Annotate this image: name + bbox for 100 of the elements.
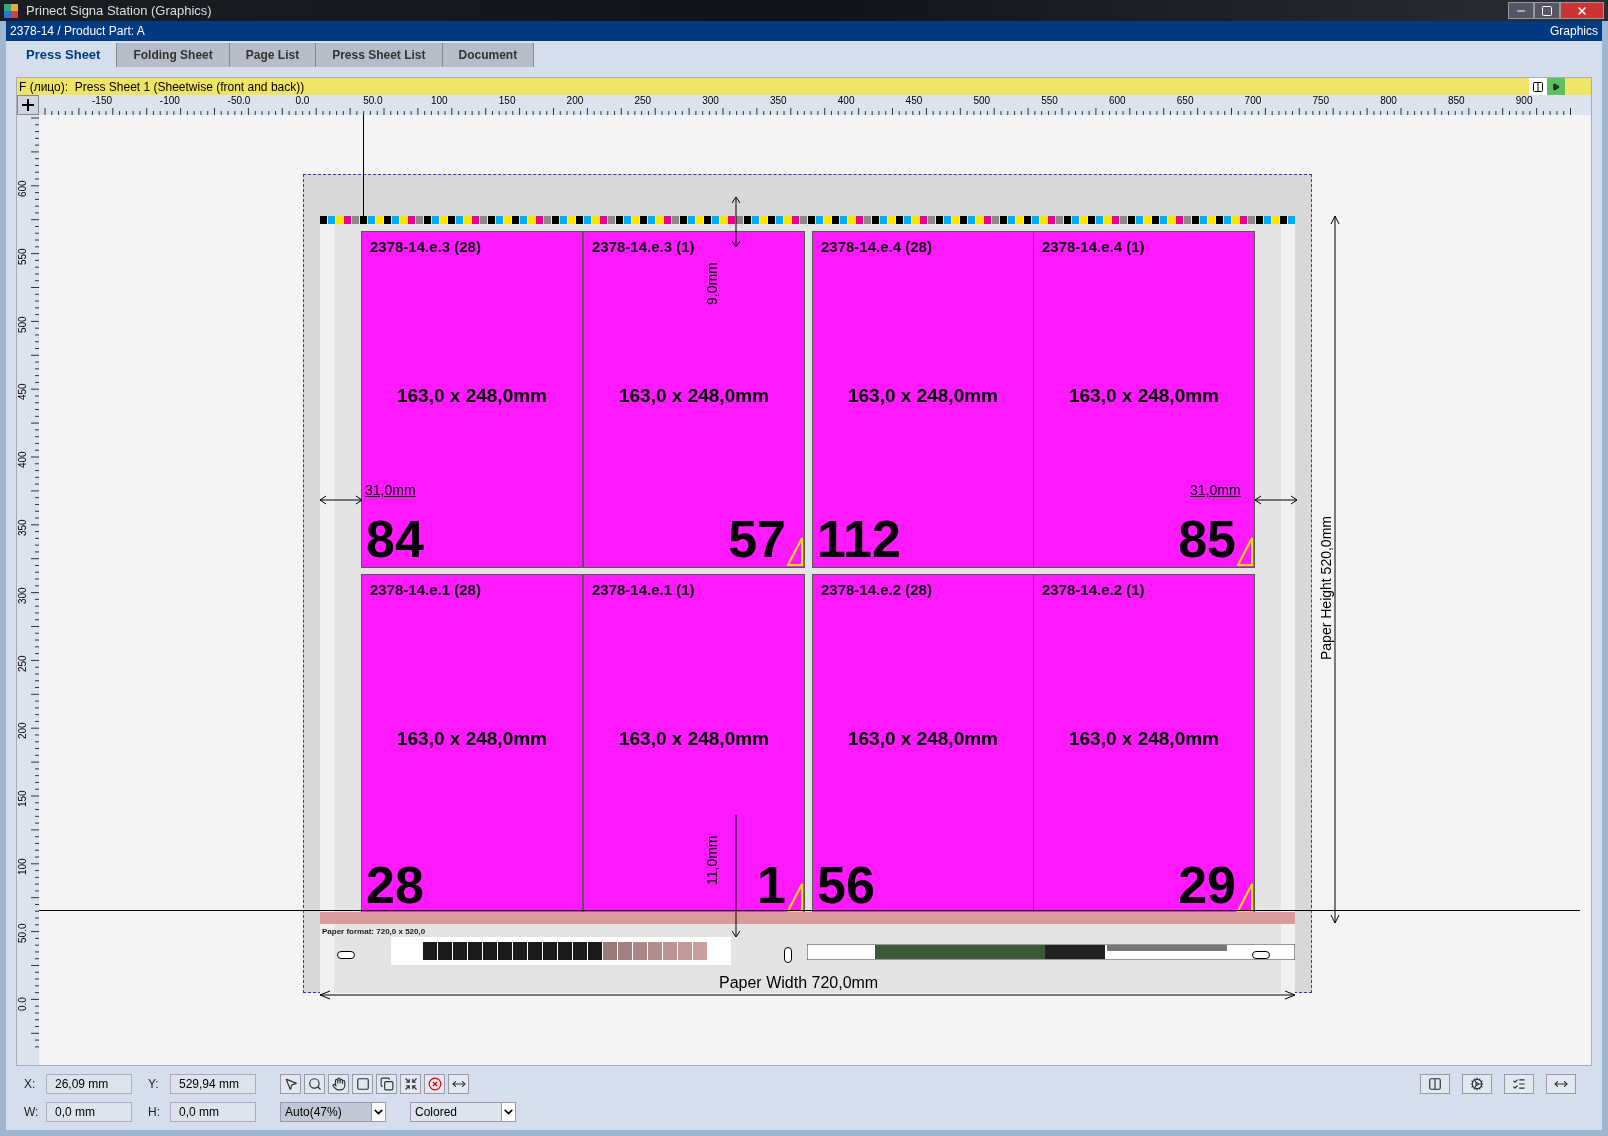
pointer-icon (283, 1077, 298, 1091)
app-icon (4, 3, 18, 18)
view-button[interactable] (1420, 1074, 1450, 1094)
dropdown[interactable]: Auto(47%) (280, 1102, 386, 1122)
page-size: 163,0 x 248,0mm (618, 384, 770, 408)
page-size: 163,0 x 248,0mm (1068, 384, 1220, 408)
crosshair-button[interactable] (17, 95, 39, 115)
ruler-label: 100 (431, 95, 448, 106)
fold-mark-icon (787, 882, 803, 912)
maximize-icon (1541, 4, 1553, 17)
tool-button[interactable] (400, 1074, 421, 1094)
next-sheet-button[interactable] (1547, 78, 1565, 95)
tool-button[interactable] (280, 1074, 301, 1094)
coordinate-field[interactable]: 0,0 mm (46, 1102, 132, 1122)
folio-number: 28 (366, 857, 424, 913)
dimension-label: Paper Height 520,0mm (1317, 516, 1335, 660)
page-size: 163,0 x 248,0mm (847, 384, 999, 408)
field-label: W: (24, 1104, 38, 1121)
page-name: 2378-14.e.3 (1) (592, 237, 695, 257)
ruler-label: 150 (498, 95, 516, 106)
tool-button[interactable] (352, 1074, 373, 1094)
page-name: 2378-14.e.1 (28) (370, 580, 481, 600)
ruler-label: 800 (1380, 95, 1397, 106)
ruler-label: 400 (837, 95, 855, 106)
ruler-label: 150 (17, 790, 28, 808)
arrows-icon (403, 1077, 418, 1091)
ruler-label: 300 (702, 95, 719, 106)
tool-button[interactable] (448, 1074, 469, 1094)
tool-button[interactable] (304, 1074, 325, 1094)
ruler-label: 600 (17, 180, 28, 197)
page[interactable]: 2378-14.e.4 (28) 163,0 x 248,0mm 112 (812, 231, 1034, 568)
ruler-label: 0.0 (295, 95, 310, 106)
dimension-arrow (320, 495, 362, 505)
sheet-title: F (лицо): Press Sheet 1 (Sheetwise (front and back)) (19, 78, 305, 96)
ruler-label: 350 (770, 95, 787, 106)
flip-icon (1532, 80, 1544, 93)
tool-button[interactable] (328, 1074, 349, 1094)
hole-mark (337, 951, 355, 959)
ruler-label: 250 (17, 654, 28, 672)
frame-icon (355, 1077, 370, 1091)
dimension-label: Paper Width 720,0mm (719, 973, 879, 993)
page-name: 2378-14.e.3 (28) (370, 237, 481, 257)
tab[interactable]: Page List (229, 43, 317, 67)
hole-mark (784, 947, 792, 963)
field-label: Y: (148, 1076, 160, 1093)
tab[interactable]: Press Sheet List (316, 43, 443, 67)
ruler-label: 500 (17, 315, 28, 333)
page-size: 163,0 x 248,0mm (396, 384, 548, 408)
ruler-label: 550 (17, 248, 28, 265)
dropdown[interactable]: Colored (410, 1102, 516, 1122)
ruler-label: 750 (1312, 95, 1330, 106)
hand-icon (331, 1077, 346, 1091)
folio-number: 29 (1178, 857, 1236, 913)
ruler-label: 600 (1109, 95, 1126, 106)
ruler-label: 250 (634, 95, 652, 106)
play-icon (1552, 82, 1560, 91)
view-button[interactable] (1546, 1074, 1576, 1094)
ruler-label: 0.0 (17, 996, 28, 1011)
ruler-label: 200 (566, 95, 584, 106)
ruler-label: -50.0 (227, 95, 251, 106)
ruler-label: 50.0 (363, 95, 383, 106)
tool-button[interactable] (376, 1074, 397, 1094)
hole-mark (1252, 951, 1270, 959)
page-name: 2378-14.e.4 (1) (1042, 237, 1145, 257)
ruler-label: 200 (17, 722, 28, 740)
view-button[interactable] (1462, 1074, 1492, 1094)
tab[interactable]: Document (442, 43, 535, 67)
dimension-label: 31,0mm (1190, 481, 1241, 500)
view-button[interactable] (1504, 1074, 1534, 1094)
coordinate-field[interactable]: 529,94 mm (170, 1074, 256, 1094)
page-size: 163,0 x 248,0mm (847, 727, 999, 751)
ruler-label: -100 (159, 95, 180, 106)
page[interactable]: 2378-14.e.2 (1) 163,0 x 248,0mm 29 (1033, 574, 1255, 914)
fold-mark-icon (1237, 882, 1253, 912)
coordinate-field[interactable]: 0,0 mm (170, 1102, 256, 1122)
dimension-arrow (731, 197, 741, 247)
coordinate-field[interactable]: 26,09 mm (46, 1074, 132, 1094)
page[interactable]: 2378-14.e.1 (28) 163,0 x 248,0mm 28 (361, 574, 583, 914)
page[interactable]: 2378-14.e.2 (28) 163,0 x 248,0mm 56 (812, 574, 1034, 914)
ruler-label: 550 (1041, 95, 1058, 106)
page-name: 2378-14.e.1 (1) (592, 580, 695, 600)
dimension-label: 31,0mm (365, 481, 416, 500)
dimension-label: 9,0mm (703, 262, 721, 305)
flip-button[interactable] (1529, 78, 1547, 95)
page-name: 2378-14.e.4 (28) (821, 237, 932, 257)
page-name: 2378-14.e.2 (1) (1042, 580, 1145, 600)
field-label: X: (24, 1076, 37, 1093)
ruler-label: 50.0 (17, 923, 28, 943)
ruler-label: 850 (1448, 95, 1465, 106)
page-size: 163,0 x 248,0mm (396, 727, 548, 751)
folio-number: 85 (1178, 511, 1236, 567)
paper-format-label: Paper format: 720,0 x 520,0 (322, 926, 426, 938)
minimize-button[interactable] (1508, 2, 1534, 19)
maximize-button[interactable] (1534, 2, 1560, 19)
ruler-label: 400 (17, 451, 28, 469)
tab[interactable]: Folding Sheet (117, 43, 230, 67)
folio-number: 57 (728, 511, 786, 567)
folio-number: 84 (366, 511, 424, 567)
ruler-label: 450 (17, 383, 28, 401)
ruler-label: -150 (92, 95, 112, 106)
